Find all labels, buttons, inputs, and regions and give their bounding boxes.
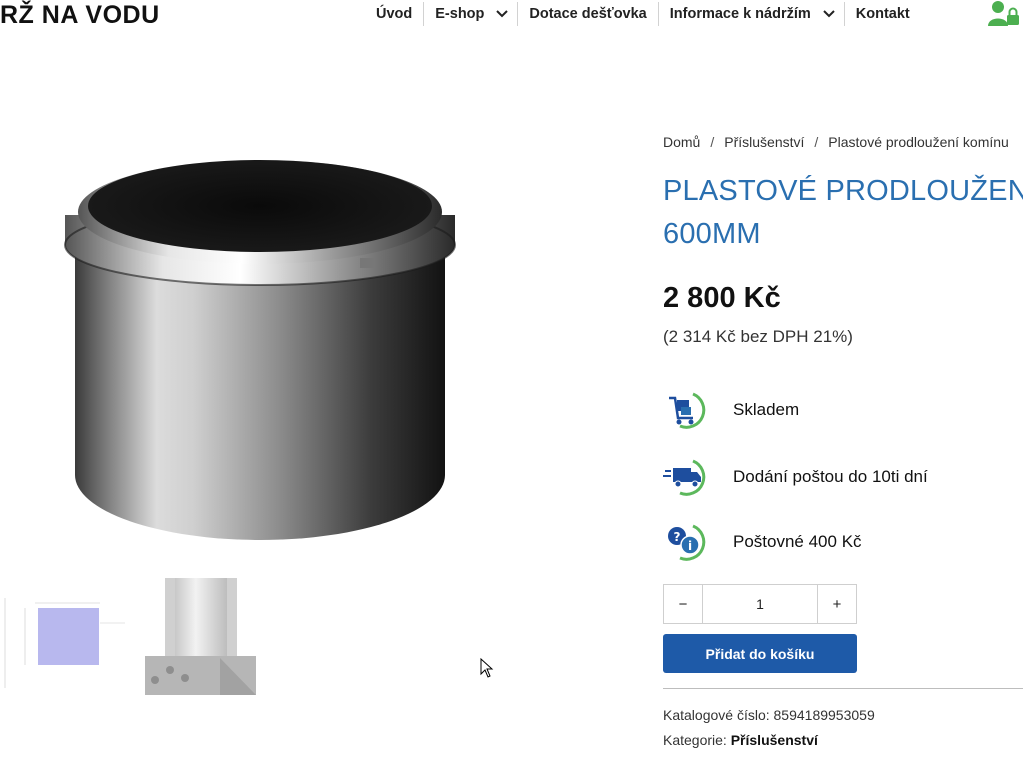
main-nav: Úvod E-shop Dotace dešťovka Informace k … xyxy=(365,0,921,28)
product-title-line: PLASTOVÉ PRODLOUŽENÍ xyxy=(663,175,1023,207)
product-price: 2 800 Kč xyxy=(663,282,781,314)
product-summary: Domů / Příslušenství / Plastové prodloužení … xyxy=(663,128,1023,748)
feature-stock: Skladem xyxy=(663,390,799,430)
product-price-net: (2 314 Kč bez DPH 21%) xyxy=(663,327,853,346)
nav-item-uvod[interactable]: Úvod xyxy=(365,1,423,27)
delivery-cart-icon xyxy=(663,390,713,430)
add-to-cart-button[interactable]: Přidat do košíku xyxy=(663,634,857,673)
nav-label: Úvod xyxy=(376,6,413,22)
chevron-down-icon xyxy=(823,9,835,19)
breadcrumb-separator: / xyxy=(710,134,715,150)
nav-item-dotace[interactable]: Dotace dešťovka xyxy=(518,1,657,27)
info-question-icon: ? i xyxy=(663,522,713,562)
nav-item-kontakt[interactable]: Kontakt xyxy=(845,1,921,27)
feature-postage: ? i Poštovné 400 Kč xyxy=(663,522,862,562)
catalog-number: Katalogové číslo: 8594189953059 xyxy=(663,707,875,723)
catalog-number-label: Katalogové číslo: xyxy=(663,707,770,723)
product-title-line: 600MM xyxy=(663,218,761,250)
breadcrumb-category[interactable]: Příslušenství xyxy=(724,134,804,150)
product-main-image[interactable] xyxy=(50,130,480,555)
category-label: Kategorie: xyxy=(663,732,727,748)
mouse-pointer-icon xyxy=(480,657,494,678)
nav-label: Kontakt xyxy=(855,6,910,22)
nav-label: Dotace dešťovka xyxy=(529,6,647,22)
svg-text:?: ? xyxy=(674,530,681,544)
delivery-truck-icon xyxy=(663,457,713,497)
nav-label: Informace k nádržím xyxy=(669,6,811,22)
product-thumbnail-photo[interactable] xyxy=(145,578,256,695)
svg-text:i: i xyxy=(688,539,692,553)
breadcrumb: Domů / Příslušenství / Plastové prodloužení … xyxy=(663,128,1023,156)
breadcrumb-current: Plastové prodloužení komínu xyxy=(828,134,1009,150)
nav-item-informace[interactable]: Informace k nádržím xyxy=(659,1,844,27)
product-category: Kategorie: Příslušenství xyxy=(663,732,818,748)
site-logo[interactable]: RŽ NA VODU xyxy=(0,0,160,30)
product-title: PLASTOVÉ PRODLOUŽENÍ 600MM xyxy=(663,170,1023,256)
quantity-increase-button[interactable]: + xyxy=(817,585,856,623)
quantity-input[interactable] xyxy=(703,585,817,623)
category-link[interactable]: Příslušenství xyxy=(731,732,818,748)
divider xyxy=(663,688,1023,689)
nav-item-eshop[interactable]: E-shop xyxy=(424,1,517,27)
quantity-stepper: − + xyxy=(663,584,857,624)
breadcrumb-separator: / xyxy=(814,134,819,150)
product-thumbnail-drawing[interactable] xyxy=(0,578,130,695)
nav-label: E-shop xyxy=(435,6,485,22)
catalog-number-value: 8594189953059 xyxy=(773,707,875,723)
breadcrumb-home[interactable]: Domů xyxy=(663,134,700,150)
user-lock-icon[interactable] xyxy=(988,0,1020,26)
feature-label: Dodání poštou do 10ti dní xyxy=(733,467,928,486)
feature-label: Poštovné 400 Kč xyxy=(733,532,862,551)
chevron-down-icon xyxy=(496,9,509,19)
feature-label: Skladem xyxy=(733,400,800,419)
quantity-decrease-button[interactable]: − xyxy=(664,585,703,623)
feature-delivery: Dodání poštou do 10ti dní xyxy=(663,457,928,497)
